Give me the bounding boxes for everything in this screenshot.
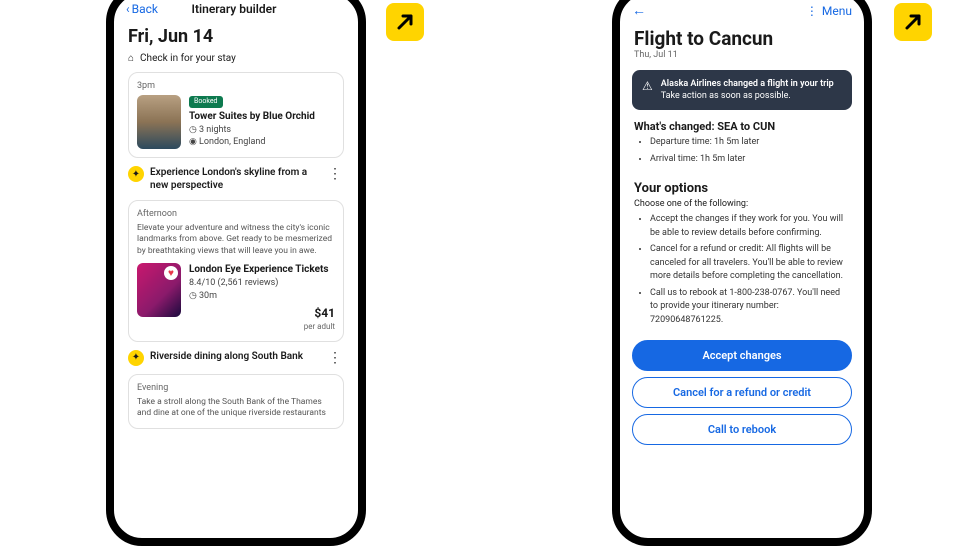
change-item: Arrival time: 1h 5m later xyxy=(650,153,850,167)
location-label: London, England xyxy=(199,137,265,147)
hotel-thumbnail xyxy=(137,95,181,149)
back-button[interactable]: ‹ Back xyxy=(126,2,158,16)
rating-label: 8.4/10 (2,561 reviews) xyxy=(189,277,335,290)
activity-desc: Elevate your adventure and witness the c… xyxy=(137,223,335,263)
option-item: Accept the changes if they work for you.… xyxy=(650,213,850,240)
alert-banner: ⚠ Alaska Airlines changed a flight in yo… xyxy=(632,70,852,110)
option-item: Cancel for a refund or credit: All fligh… xyxy=(650,243,850,284)
warning-icon: ⚠ xyxy=(642,78,653,102)
house-icon: ⌂ xyxy=(128,53,134,64)
activity-desc: Take a stroll along the South Bank of th… xyxy=(137,397,335,420)
activity-card[interactable]: Evening Take a stroll along the South Ba… xyxy=(128,374,344,429)
changed-heading: What's changed: SEA to CUN xyxy=(634,120,850,133)
brand-logo xyxy=(386,3,424,41)
header-bar: ← ⋮ Menu xyxy=(620,0,864,27)
sparkle-icon: ✦ xyxy=(128,350,144,366)
page-title: Itinerary builder xyxy=(164,2,304,16)
suggestion-title: Experience London's skyline from a new p… xyxy=(150,166,320,192)
call-button[interactable]: Call to rebook xyxy=(632,414,852,445)
checkin-label: Check in for your stay xyxy=(140,53,236,64)
hotel-name: Tower Suites by Blue Orchid xyxy=(189,110,335,124)
back-button[interactable]: ← xyxy=(632,2,646,19)
cancel-button[interactable]: Cancel for a refund or credit xyxy=(632,377,852,408)
pin-icon: ◉ xyxy=(189,136,199,149)
clock-icon: ◷ xyxy=(189,124,199,137)
options-sub: Choose one of the following: xyxy=(634,199,850,209)
alert-heading: Alaska Airlines changed a flight in your… xyxy=(661,78,834,90)
date-label: Thu, Jul 11 xyxy=(620,50,864,66)
options-heading: Your options xyxy=(634,181,850,196)
header-bar: ‹ Back Itinerary builder xyxy=(114,0,358,24)
activity-name: London Eye Experience Tickets xyxy=(189,263,335,277)
menu-label: Menu xyxy=(822,4,852,18)
chevron-left-icon: ‹ xyxy=(126,2,130,16)
clock-icon: ◷ xyxy=(189,290,199,303)
more-button[interactable]: ⋮ xyxy=(326,350,344,366)
duration-label: 30m xyxy=(199,291,217,301)
more-button[interactable]: ⋮ xyxy=(326,166,344,182)
back-label: Back xyxy=(132,2,158,16)
time-label: Afternoon xyxy=(137,209,335,219)
time-label: 3pm xyxy=(137,81,335,91)
menu-button[interactable]: ⋮ Menu xyxy=(806,4,852,18)
booked-badge: Booked xyxy=(189,96,223,108)
page-title: Flight to Cancun xyxy=(620,27,864,50)
price-unit: per adult xyxy=(189,321,335,332)
change-item: Departure time: 1h 5m later xyxy=(650,136,850,150)
activity-card[interactable]: Afternoon Elevate your adventure and wit… xyxy=(128,200,344,342)
accept-button[interactable]: Accept changes xyxy=(632,340,852,371)
kebab-icon: ⋮ xyxy=(806,4,818,18)
nights-label: 3 nights xyxy=(199,125,231,135)
price-label: $41 xyxy=(189,305,335,322)
brand-logo xyxy=(894,3,932,41)
suggestion-title: Riverside dining along South Bank xyxy=(150,350,320,363)
sparkle-icon: ✦ xyxy=(128,166,144,182)
time-label: Evening xyxy=(137,383,335,393)
hotel-card[interactable]: 3pm Booked Tower Suites by Blue Orchid ◷… xyxy=(128,72,344,158)
phone-itinerary: ‹ Back Itinerary builder Fri, Jun 14 ⌂ C… xyxy=(106,0,366,546)
option-item: Call us to rebook at 1-800-238-0767. You… xyxy=(650,287,850,328)
alert-body: Take action as soon as possible. xyxy=(661,90,834,102)
date-heading: Fri, Jun 14 xyxy=(114,24,358,49)
checkin-row: ⌂ Check in for your stay xyxy=(114,49,358,68)
phone-flight-change: ← ⋮ Menu Flight to Cancun Thu, Jul 11 ⚠ … xyxy=(612,0,872,546)
activity-thumbnail xyxy=(137,263,181,317)
